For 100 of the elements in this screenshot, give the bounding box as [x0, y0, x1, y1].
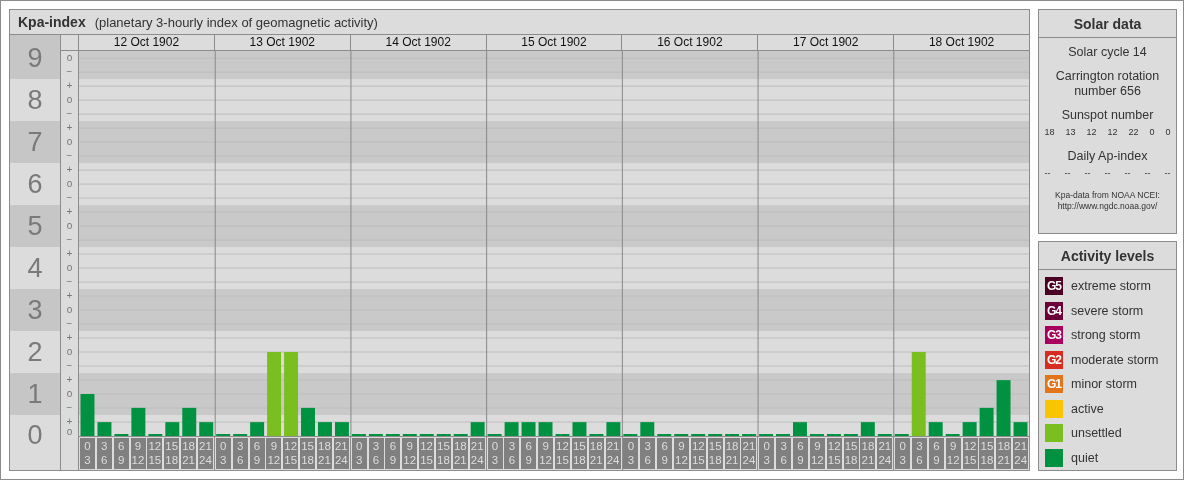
bar — [640, 422, 655, 436]
day-label: 13 Oct 1902 — [213, 35, 350, 50]
bar — [538, 422, 553, 436]
x-axis-label: 18 21 — [860, 438, 876, 469]
bar — [334, 422, 349, 436]
bar — [131, 407, 146, 436]
bar — [199, 422, 214, 436]
x-axis-label: 12 15 — [419, 438, 435, 469]
ap-index-value: -- — [1124, 168, 1131, 178]
panel-title: Solar data — [1039, 10, 1176, 38]
x-axis-label: 6 9 — [793, 438, 808, 469]
legend-label: quiet — [1071, 450, 1099, 465]
scale-mark: + — [65, 372, 74, 387]
x-axis-label: 3 6 — [368, 438, 384, 469]
legend-label: severe storm — [1071, 303, 1144, 318]
scale-mark: + — [65, 246, 74, 261]
x-axis-label: 21 24 — [741, 438, 757, 469]
solar-cycle-text: Solar cycle 14 — [1068, 45, 1147, 60]
bar — [470, 422, 485, 436]
bar — [1013, 422, 1028, 436]
x-axis-label: 9 12 — [130, 438, 146, 469]
bar — [165, 422, 180, 436]
scale-mark: o — [65, 344, 74, 359]
x-axis-label: 18 21 — [724, 438, 740, 469]
legend-label: strong storm — [1071, 328, 1141, 342]
x-axis-label: 18 21 — [588, 438, 604, 469]
x-axis-label: 18 21 — [181, 438, 197, 469]
y-axis-label: 9 — [27, 44, 43, 72]
ap-index-value: -- — [1164, 168, 1171, 178]
scale-mark: o — [65, 386, 74, 401]
y-axis-label: 5 — [27, 212, 43, 240]
bar — [318, 422, 332, 436]
legend-label: unsettled — [1071, 426, 1122, 440]
sunspot-heading: Sunspot number — [1061, 108, 1154, 123]
x-axis-label: 12 15 — [555, 438, 570, 469]
scale-mark: + — [65, 120, 74, 135]
x-axis-label: 3 6 — [232, 438, 248, 469]
legend-swatch: G1 — [1045, 375, 1063, 393]
scale-mark: − — [65, 274, 74, 289]
x-axis-label: 15 18 — [435, 438, 451, 469]
scale-mark: o — [65, 92, 74, 107]
day-label: 16 Oct 1902 — [621, 35, 758, 50]
x-axis-label: 9 12 — [266, 438, 282, 469]
x-axis-label: 21 24 — [1013, 438, 1029, 469]
day-label: 17 Oct 1902 — [757, 35, 894, 50]
x-axis-label: 15 18 — [979, 438, 995, 469]
sunspot-value: 22 — [1128, 127, 1139, 137]
scale-mark: − — [65, 65, 74, 79]
scale-mark: o — [65, 260, 74, 275]
bar — [182, 407, 197, 436]
x-axis-label: 12 15 — [147, 438, 163, 469]
bar — [606, 422, 621, 436]
sunspot-value: 18 — [1044, 127, 1055, 137]
x-axis-label: 6 9 — [928, 438, 944, 469]
x-axis-label: 0 3 — [895, 438, 911, 469]
scale-mark: − — [65, 232, 74, 247]
x-axis-label: 21 24 — [333, 438, 349, 469]
x-axis-label: 18 21 — [996, 438, 1012, 469]
scale-mark: o — [65, 218, 74, 233]
x-axis-label: 0 3 — [215, 438, 231, 469]
x-axis-label: 6 9 — [521, 438, 537, 469]
x-axis-label: 0 3 — [623, 438, 639, 469]
bar — [996, 380, 1011, 436]
y-axis-label: 0 — [27, 422, 43, 450]
sunspot-value: 0 — [1165, 127, 1171, 137]
x-axis-label: 0 3 — [351, 438, 367, 469]
bar — [928, 422, 943, 436]
sunspot-value: 12 — [1107, 127, 1118, 137]
x-axis-label: 15 18 — [300, 438, 316, 469]
day-label: 15 Oct 1902 — [485, 35, 622, 50]
ap-index-value: -- — [1064, 168, 1071, 178]
x-axis-label: 3 6 — [96, 438, 112, 469]
x-axis-label: 9 12 — [402, 438, 418, 469]
x-axis-label: 15 18 — [164, 438, 180, 469]
x-axis-label: 21 24 — [469, 438, 485, 469]
x-axis-label: 9 12 — [538, 438, 554, 469]
bar — [250, 422, 265, 436]
x-axis-label: 0 3 — [79, 438, 95, 469]
ap-index-heading: Daily Ap-index — [1067, 149, 1148, 164]
legend-label: active — [1071, 401, 1104, 416]
y-axis-label: 6 — [27, 170, 43, 198]
x-axis-label: 12 15 — [826, 438, 842, 469]
x-axis-label: 9 12 — [945, 438, 961, 469]
bar — [521, 422, 536, 436]
ap-index-value: -- — [1104, 168, 1111, 178]
x-axis-label: 15 18 — [843, 438, 859, 469]
panel-title: Kpa-index — [18, 14, 86, 30]
x-axis-label: 6 9 — [249, 438, 265, 469]
legend-swatch: G5 — [1045, 277, 1063, 295]
legend-swatch: G4 — [1045, 301, 1063, 320]
x-axis-label: 15 18 — [707, 438, 723, 469]
sunspot-value: 13 — [1065, 127, 1076, 137]
sunspot-value: 0 — [1149, 127, 1155, 137]
source-link[interactable]: http://www.ngdc.noaa.gov/ — [1057, 201, 1158, 212]
scale-mark: o — [65, 428, 74, 436]
scale-mark: + — [65, 330, 74, 345]
sunspot-value: 12 — [1086, 127, 1097, 137]
x-axis-label: 12 15 — [690, 438, 706, 469]
y-axis-label: 4 — [27, 254, 43, 282]
legend-label: minor storm — [1071, 377, 1137, 391]
